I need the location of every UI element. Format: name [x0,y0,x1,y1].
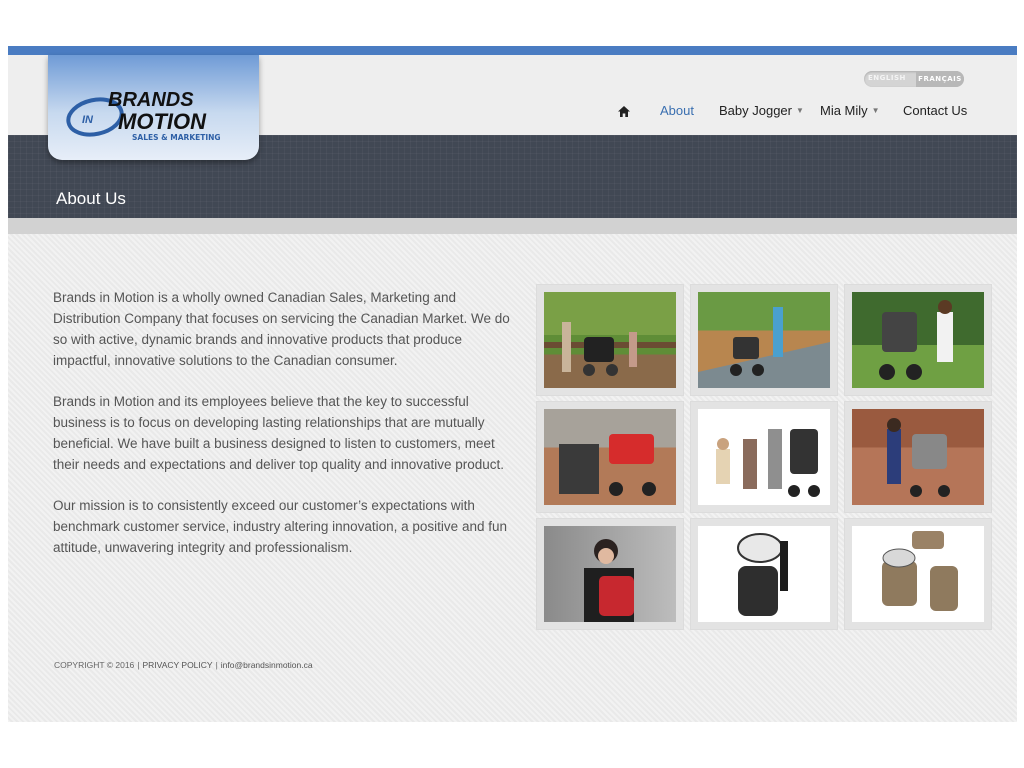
stroller-boardwalk-photo[interactable] [691,285,837,395]
about-content: Brands in Motion is a wholly owned Canad… [53,287,518,578]
copyright-text: COPYRIGHT © 2016 [54,660,135,670]
tan-hip-seat-photo[interactable] [845,519,991,629]
about-paragraph-3: Our mission is to consistently exceed ou… [53,498,507,555]
footer: COPYRIGHT © 2016 | PRIVACY POLICY | info@bra… [54,660,313,670]
about-paragraph-1: Brands in Motion is a wholly owned Canad… [53,290,510,368]
nav-mia-mily-label: Mia Mily [820,103,868,118]
logo[interactable]: BRANDS IN MOTION SALES & MARKETING [48,55,259,160]
language-switcher: ENGLISH FRANÇAIS [864,71,964,87]
footer-separator: | [215,660,218,670]
nav-about[interactable]: About [660,103,694,118]
baby-carrier-photo[interactable] [537,519,683,629]
nav-contact-us-label: Contact Us [903,103,968,118]
page-title: About Us [56,189,126,208]
double-stroller-photo[interactable] [537,402,683,512]
svg-text:SALES & MARKETING: SALES & MARKETING [132,133,221,142]
chevron-down-icon: ▼ [796,106,804,115]
top-accent-bar [8,46,1017,55]
about-paragraph-2: Brands in Motion and its employees belie… [53,394,505,472]
stroller-garden-photo[interactable] [845,285,991,395]
svg-text:MOTION: MOTION [118,109,207,134]
family-stroller-photo[interactable] [691,402,837,512]
nav-about-label: About [660,103,694,118]
footer-separator: | [137,660,140,670]
language-french[interactable]: FRANÇAIS [916,71,964,87]
svg-text:IN: IN [82,114,94,126]
privacy-policy-link[interactable]: PRIVACY POLICY [143,660,213,670]
chevron-down-icon: ▼ [871,106,880,115]
email-link[interactable]: info@brandsinmotion.ca [221,660,313,670]
nav-mia-mily[interactable]: Mia Mily ▼ [820,103,880,118]
language-english[interactable]: ENGLISH [868,74,906,82]
nav-baby-jogger[interactable]: Baby Jogger ▼ [719,103,804,118]
home-icon[interactable] [618,104,630,122]
patio-stroller-photo[interactable] [845,402,991,512]
brands-in-motion-logo: BRANDS IN MOTION SALES & MARKETING [66,89,221,142]
banner-divider [8,218,1017,234]
nav-baby-jogger-label: Baby Jogger [719,103,792,118]
nav-contact-us[interactable]: Contact Us [903,103,967,118]
svg-text:BRANDS: BRANDS [108,89,194,111]
black-hip-seat-photo[interactable] [691,519,837,629]
stroller-dock-photo[interactable] [537,285,683,395]
site-container: BRANDS IN MOTION SALES & MARKETING ENGLI… [8,46,1017,722]
